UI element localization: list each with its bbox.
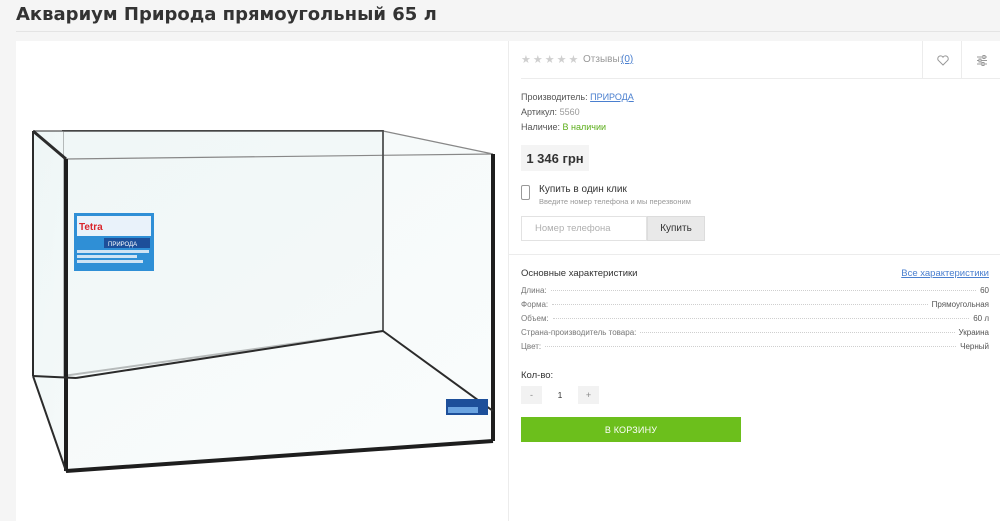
spec-label: Страна-производитель товара: bbox=[521, 328, 637, 337]
spec-value: 60 л bbox=[973, 314, 989, 323]
sku-label: Артикул: bbox=[521, 107, 558, 117]
spec-value: Черный bbox=[960, 342, 989, 351]
add-to-cart-button[interactable]: В КОРЗИНУ bbox=[521, 417, 741, 442]
sticker-brand-text: Tetra bbox=[79, 222, 103, 233]
wishlist-button[interactable] bbox=[922, 41, 962, 79]
page-title: Аквариум Природа прямоугольный 65 л bbox=[16, 4, 437, 25]
compare-button[interactable] bbox=[961, 41, 1000, 79]
spec-row: Цвет: Черный bbox=[521, 342, 989, 354]
quantity-decrease-button[interactable]: - bbox=[521, 386, 542, 404]
phone-icon bbox=[521, 185, 530, 200]
column-divider bbox=[508, 41, 509, 521]
availability-label: Наличие: bbox=[521, 122, 561, 132]
spec-row: Форма: Прямоугольная bbox=[521, 300, 989, 312]
one-click-subtitle: Введите номер телефона и мы перезвоним bbox=[539, 197, 691, 206]
sku-value: 5560 bbox=[559, 107, 580, 117]
rating-bar: ★★★★★ Отзывы: (0) bbox=[521, 41, 1000, 79]
manufacturer-label: Производитель: bbox=[521, 92, 588, 102]
manufacturer-link[interactable]: ПРИРОДА bbox=[590, 92, 634, 102]
spec-leader bbox=[545, 346, 957, 347]
spec-value: Украина bbox=[958, 328, 989, 337]
heart-icon bbox=[936, 54, 949, 66]
aquarium-image: Tetra ПРИРОДА bbox=[32, 129, 495, 473]
one-click-title: Купить в один клик bbox=[539, 184, 627, 195]
quantity-increase-button[interactable]: + bbox=[578, 386, 599, 404]
sku-row: Артикул: 5560 bbox=[521, 107, 580, 117]
quantity-input[interactable] bbox=[542, 386, 578, 404]
rating-stars[interactable]: ★★★★★ bbox=[521, 53, 580, 66]
spec-leader bbox=[640, 332, 955, 333]
product-card: Tetra ПРИРОДА ★★★★★ Отзывы: (0) Производ… bbox=[16, 41, 1000, 521]
product-image[interactable]: Tetra ПРИРОДА bbox=[16, 41, 508, 521]
spec-leader bbox=[550, 290, 977, 291]
spec-label: Объем: bbox=[521, 314, 549, 323]
reviews-label: Отзывы: bbox=[583, 54, 623, 65]
availability-row: Наличие: В наличии bbox=[521, 122, 606, 132]
spec-label: Форма: bbox=[521, 300, 549, 309]
section-divider bbox=[508, 254, 1000, 255]
spec-label: Цвет: bbox=[521, 342, 542, 351]
manufacturer-row: Производитель: ПРИРОДА bbox=[521, 92, 634, 102]
compare-icon bbox=[976, 54, 987, 66]
title-divider bbox=[16, 31, 1000, 32]
buy-one-click-button[interactable]: Купить bbox=[647, 216, 705, 241]
specs-title: Основные характеристики bbox=[521, 268, 638, 279]
price: 1 346 грн bbox=[521, 145, 589, 171]
quantity-label: Кол-во: bbox=[521, 370, 554, 381]
sticker-name-text: ПРИРОДА bbox=[108, 242, 137, 248]
spec-row: Страна-производитель товара: Украина bbox=[521, 328, 989, 340]
spec-leader bbox=[552, 304, 928, 305]
product-info-panel: ★★★★★ Отзывы: (0) Производитель: ПРИРОДА… bbox=[508, 41, 1000, 521]
all-specs-link[interactable]: Все характеристики bbox=[901, 268, 989, 279]
phone-input[interactable] bbox=[521, 216, 647, 241]
spec-label: Длина: bbox=[521, 286, 547, 295]
spec-row: Объем: 60 л bbox=[521, 314, 989, 326]
spec-value: Прямоугольная bbox=[931, 300, 989, 309]
spec-row: Длина: 60 bbox=[521, 286, 989, 298]
spec-leader bbox=[552, 318, 970, 319]
spec-value: 60 bbox=[980, 286, 989, 295]
availability-status: В наличии bbox=[562, 122, 607, 132]
reviews-count-link[interactable]: (0) bbox=[621, 54, 633, 65]
